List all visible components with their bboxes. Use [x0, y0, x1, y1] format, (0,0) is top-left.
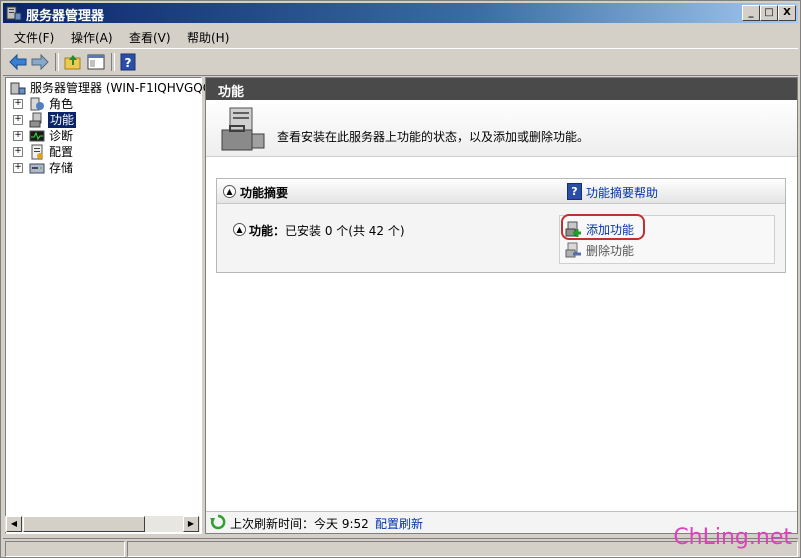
- features-large-icon: [221, 107, 265, 151]
- server-manager-window: 服务器管理器 _ □ X 文件(F) 操作(A) 查看(V) 帮助(H) ? 服…: [0, 0, 801, 558]
- expand-icon[interactable]: +: [13, 115, 23, 125]
- show-hide-console-tree-icon[interactable]: [86, 52, 106, 72]
- pane-header-title: 功能: [218, 85, 245, 100]
- diagnostics-icon: [29, 130, 45, 142]
- collapse-section-icon[interactable]: ▲: [223, 185, 236, 198]
- expand-icon[interactable]: +: [13, 131, 23, 141]
- expand-icon[interactable]: +: [13, 99, 23, 109]
- up-folder-icon[interactable]: [63, 52, 83, 72]
- roles-icon: [30, 97, 44, 111]
- tree-item-label: 诊断: [49, 129, 74, 143]
- last-refresh-label: 上次刷新时间：: [230, 517, 315, 531]
- tree-item-storage[interactable]: + 存储: [6, 160, 201, 176]
- scroll-thumb[interactable]: [23, 516, 145, 532]
- remove-features-icon: [565, 242, 581, 258]
- actions-box: 添加功能 删除功能: [559, 214, 775, 264]
- server-manager-icon: [6, 6, 22, 21]
- status-cell: [5, 541, 125, 557]
- tree-horizontal-scrollbar[interactable]: ◀ ▶: [5, 516, 200, 532]
- help-icon[interactable]: ?: [118, 52, 138, 72]
- add-features-icon: [565, 221, 581, 237]
- menu-bar: 文件(F) 操作(A) 查看(V) 帮助(H): [3, 26, 798, 46]
- pane-header: 功能: [206, 78, 797, 100]
- help-book-icon: ?: [567, 183, 582, 200]
- refresh-icon: [210, 514, 226, 530]
- features-count-value: 已安装 0 个(共 42 个): [285, 224, 405, 238]
- description-area: 查看安装在此服务器上功能的状态，以及添加或删除功能。: [206, 100, 797, 157]
- features-count: 功能：已安装 0 个(共 42 个): [249, 222, 405, 239]
- toolbar: ?: [3, 48, 798, 76]
- tree-item-features[interactable]: + 功能: [6, 112, 201, 128]
- scroll-right-button[interactable]: ▶: [183, 516, 199, 532]
- server-manager-icon: [10, 82, 26, 95]
- menu-file[interactable]: 文件(F): [14, 29, 54, 46]
- remove-features-link[interactable]: 删除功能: [586, 242, 634, 259]
- tree-item-label-selected: 功能: [48, 112, 77, 128]
- close-button[interactable]: X: [778, 5, 796, 21]
- forward-arrow-icon[interactable]: [30, 52, 50, 72]
- toolbar-separator: [111, 53, 115, 71]
- storage-icon: [29, 163, 45, 174]
- tree-root-label: 服务器管理器 (WIN-F1IQHVGQOU: [30, 81, 221, 95]
- section-title: 功能摘要: [240, 186, 289, 200]
- svg-text:?: ?: [125, 56, 132, 70]
- title-bar[interactable]: 服务器管理器 _ □ X: [3, 3, 798, 24]
- tree-item-label: 角色: [49, 97, 74, 111]
- last-refresh-value: 今天 9:52: [314, 517, 369, 531]
- features-summary-section: ▲ 功能摘要 ? 功能摘要帮助 ▲ 功能：已安装 0 个(共 42 个) 添加功…: [216, 178, 786, 273]
- tree-root[interactable]: 服务器管理器 (WIN-F1IQHVGQOU: [6, 80, 221, 96]
- console-tree: 服务器管理器 (WIN-F1IQHVGQOU + 角色 + 功能 + 诊断 + …: [5, 77, 221, 534]
- add-features-link[interactable]: 添加功能: [586, 221, 634, 238]
- expand-icon[interactable]: +: [13, 147, 23, 157]
- tree-item-roles[interactable]: + 角色: [6, 96, 201, 112]
- features-count-label: 功能：: [249, 224, 286, 238]
- back-arrow-icon[interactable]: [8, 52, 28, 72]
- minimize-button[interactable]: _: [742, 5, 760, 21]
- toolbar-separator: [55, 53, 59, 71]
- features-summary-help-link[interactable]: 功能摘要帮助: [586, 184, 658, 201]
- tree-item-diagnostics[interactable]: + 诊断: [6, 128, 201, 144]
- maximize-button[interactable]: □: [760, 5, 778, 21]
- collapse-features-icon[interactable]: ▲: [233, 223, 246, 236]
- menu-help[interactable]: 帮助(H): [187, 29, 229, 46]
- pane-description: 查看安装在此服务器上功能的状态，以及添加或删除功能。: [277, 130, 590, 144]
- expand-icon[interactable]: +: [13, 163, 23, 173]
- configure-refresh-link[interactable]: 配置刷新: [375, 515, 423, 532]
- section-header: ▲ 功能摘要 ? 功能摘要帮助: [217, 179, 785, 204]
- tree-item-configuration[interactable]: + 配置: [6, 144, 201, 160]
- watermark: ChLing.net: [673, 525, 792, 550]
- configuration-icon: [31, 144, 43, 160]
- scroll-left-button[interactable]: ◀: [6, 516, 22, 532]
- menu-view[interactable]: 查看(V): [129, 29, 171, 46]
- tree-item-label: 配置: [49, 145, 74, 159]
- features-icon: [29, 112, 42, 128]
- details-pane: 功能 查看安装在此服务器上功能的状态，以及添加或删除功能。 ▲ 功能摘要 ? 功…: [205, 77, 798, 534]
- tree-item-label: 存储: [49, 161, 74, 175]
- window-title: 服务器管理器: [26, 9, 105, 24]
- menu-action[interactable]: 操作(A): [71, 29, 113, 46]
